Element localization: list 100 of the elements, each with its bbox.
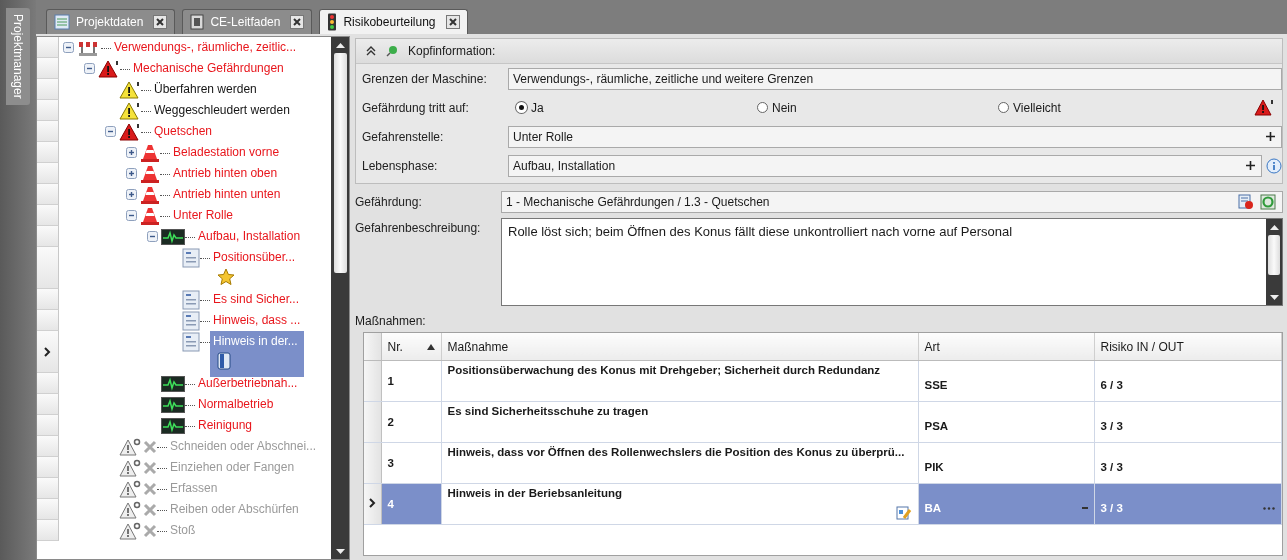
tree-item[interactable]: Erfassen bbox=[167, 480, 221, 497]
radio-button[interactable] bbox=[998, 102, 1009, 113]
collapse-icon[interactable] bbox=[126, 210, 137, 221]
tree-item[interactable]: Außerbetriebnah... bbox=[195, 375, 301, 392]
side-panel-tab[interactable]: Projektmanager bbox=[6, 8, 30, 105]
radio-label[interactable]: Vielleicht bbox=[1013, 100, 1061, 115]
tree-item[interactable]: Hinweis, dass ... bbox=[210, 312, 304, 329]
combo-field[interactable]: Aufbau, Installation bbox=[508, 154, 1262, 177]
warning-icon bbox=[119, 122, 141, 141]
close-icon[interactable] bbox=[290, 15, 305, 29]
cross-icon bbox=[143, 502, 157, 517]
expand-icon[interactable] bbox=[126, 168, 137, 179]
tree-item[interactable]: Hinweis in der... bbox=[210, 331, 304, 377]
cell-text: SSE bbox=[924, 379, 948, 391]
warning-icon bbox=[1254, 99, 1274, 116]
row-header[interactable] bbox=[37, 331, 59, 373]
tree-item[interactable]: Reiben oder Abschürfen bbox=[167, 501, 302, 518]
column-header[interactable]: Art bbox=[918, 333, 1094, 361]
expand-icon[interactable] bbox=[126, 189, 137, 200]
field-label: Gefahrenstelle: bbox=[362, 129, 445, 144]
cell-text: Positionsüberwachung des Konus mit Drehgeber; Sicherheit durch Redundanz bbox=[447, 364, 881, 376]
scroll-down-icon[interactable] bbox=[1269, 294, 1279, 300]
tree-item[interactable]: Positionsüber... bbox=[210, 249, 299, 291]
edit-icon[interactable] bbox=[895, 505, 912, 521]
column-header[interactable]: Maßnahme bbox=[441, 333, 918, 361]
cross-icon bbox=[143, 481, 157, 496]
warning-icon bbox=[119, 101, 141, 120]
combo-field[interactable]: Unter Rolle bbox=[508, 125, 1282, 148]
collapse-icon[interactable] bbox=[105, 126, 116, 137]
document-icon bbox=[182, 331, 200, 352]
spreadsheet-icon bbox=[54, 14, 70, 30]
scroll-down-icon[interactable] bbox=[335, 548, 345, 554]
table-cell: 1 bbox=[381, 360, 441, 402]
warning-icon bbox=[119, 521, 141, 540]
document-icon bbox=[182, 310, 200, 331]
section-label: Maßnahmen: bbox=[355, 314, 426, 328]
tree-item[interactable]: Normalbetrieb bbox=[195, 396, 277, 413]
column-header[interactable]: Risiko IN / OUT bbox=[1094, 333, 1282, 361]
cell-text: 3 / 3 bbox=[1100, 502, 1123, 514]
scroll-up-icon[interactable] bbox=[1269, 224, 1279, 230]
collapse-icon[interactable] bbox=[84, 63, 95, 74]
cross-icon bbox=[143, 460, 157, 475]
column-header[interactable]: Nr. bbox=[381, 333, 441, 361]
table-cell: 3 bbox=[381, 442, 441, 484]
radio-label[interactable]: Nein bbox=[772, 100, 797, 115]
expand-icon[interactable] bbox=[126, 147, 137, 158]
field-label: Gefahrenbeschreibung: bbox=[355, 220, 482, 235]
ellipsis-icon[interactable] bbox=[1263, 506, 1275, 510]
field-label: Gefährdung tritt auf: bbox=[362, 100, 470, 115]
warning-icon bbox=[119, 479, 141, 498]
add-icon[interactable] bbox=[1266, 132, 1275, 141]
text-field[interactable]: Verwendungs-, räumliche, zeitliche und weitere Grenzen bbox=[508, 67, 1282, 90]
tree-item[interactable]: Aufbau, Installation bbox=[195, 228, 304, 245]
traffic-light-icon bbox=[327, 13, 338, 31]
tree-item[interactable]: Antrieb hinten unten bbox=[170, 186, 284, 203]
document-remove-icon[interactable] bbox=[1238, 193, 1254, 210]
tab[interactable]: Risikobeurteilung bbox=[319, 9, 468, 34]
traffic-cone-icon bbox=[140, 206, 160, 225]
tree-item[interactable]: Es sind Sicher... bbox=[210, 291, 303, 308]
tree-item[interactable]: Weggeschleudert werden bbox=[151, 102, 293, 119]
row-header[interactable] bbox=[364, 483, 381, 525]
collapse-icon[interactable] bbox=[147, 231, 158, 242]
radio-label[interactable]: Ja bbox=[531, 100, 544, 115]
warning-icon bbox=[119, 80, 141, 99]
scrollbar[interactable] bbox=[331, 37, 349, 559]
cross-icon bbox=[143, 523, 157, 538]
tree-item[interactable]: Mechanische Gefährdungen bbox=[130, 60, 287, 77]
current-row-icon bbox=[368, 498, 376, 508]
close-icon[interactable] bbox=[153, 15, 168, 29]
add-icon[interactable] bbox=[1246, 161, 1255, 170]
current-row-icon bbox=[44, 346, 51, 357]
tree-item[interactable]: Quetschen bbox=[151, 123, 216, 140]
sort-ascending-icon[interactable] bbox=[426, 343, 435, 350]
tree-item[interactable]: Schneiden oder Abschnei... bbox=[167, 438, 320, 455]
tree-item[interactable]: Beladestation vorne bbox=[170, 144, 283, 161]
warning-icon bbox=[98, 59, 120, 78]
cell-text: PIK bbox=[924, 461, 944, 473]
close-icon[interactable] bbox=[445, 15, 460, 29]
radio-button[interactable] bbox=[757, 102, 768, 113]
dropdown-icon[interactable] bbox=[1081, 506, 1088, 510]
collapse-icon[interactable] bbox=[366, 46, 376, 56]
tree-item[interactable]: Überfahren werden bbox=[151, 81, 260, 98]
tree-item[interactable]: Antrieb hinten oben bbox=[170, 165, 281, 182]
tab[interactable]: CE-Leitfaden bbox=[182, 9, 313, 34]
tab[interactable]: Projektdaten bbox=[46, 9, 176, 34]
refresh-icon[interactable] bbox=[1260, 193, 1276, 210]
pin-icon bbox=[386, 45, 398, 57]
cell-text: Hinweis, dass vor Öffnen des Rollenwechslers die Position des Konus zu überprü... bbox=[447, 446, 905, 458]
scrollbar[interactable] bbox=[1266, 219, 1282, 305]
tree-item[interactable]: Reinigung bbox=[195, 417, 256, 434]
text-field[interactable]: 1 - Mechanische Gefährdungen / 1.3 - Quetschen bbox=[501, 190, 1283, 213]
tree-item[interactable]: Stoß bbox=[167, 522, 199, 539]
info-icon[interactable] bbox=[1266, 157, 1282, 174]
tree-item[interactable]: Einziehen oder Fangen bbox=[167, 459, 298, 476]
collapse-icon[interactable] bbox=[63, 42, 74, 53]
tree-item[interactable]: Verwendungs-, räumliche, zeitlic... bbox=[111, 39, 300, 56]
scroll-up-icon[interactable] bbox=[335, 42, 345, 48]
field-label: Gefährdung: bbox=[355, 194, 423, 209]
tree-item[interactable]: Unter Rolle bbox=[170, 207, 237, 224]
text-area[interactable]: Rolle löst sich; beim Öffnen des Konus fällt diese unkontrolliert nach vorne auf Personal bbox=[501, 218, 1283, 306]
